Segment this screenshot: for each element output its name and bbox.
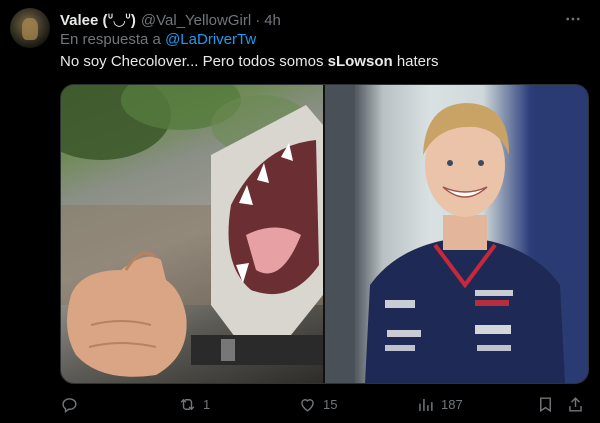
like-button[interactable]: 15: [298, 392, 337, 416]
tweet-actions: 1 15 187: [60, 392, 587, 416]
header-separator: ·: [255, 11, 261, 29]
repost-count: 1: [203, 396, 211, 412]
media-grid: [60, 84, 589, 384]
repost-button[interactable]: 1: [178, 392, 210, 416]
repost-icon: [180, 398, 195, 410]
views-button[interactable]: 187: [416, 392, 463, 416]
tweet-header: Valee (ᐡ◡ᐡ) @Val_YellowGirl · 4h: [60, 10, 580, 30]
views-count: 187: [441, 396, 463, 412]
like-count: 15: [323, 396, 338, 412]
tweet-text-part2: haters: [392, 53, 439, 70]
media-image-left[interactable]: [61, 85, 323, 383]
tweet-text: No soy Checolover... Pero todos somos sL…: [60, 53, 439, 70]
tweet-text-bold: sLowson: [327, 53, 393, 70]
bookmark-icon: [540, 396, 551, 412]
share-icon: [569, 396, 582, 412]
more-options-icon[interactable]: [562, 8, 584, 30]
left-image-art: [61, 85, 323, 377]
views-icon: [419, 398, 433, 411]
media-image-right[interactable]: [325, 85, 588, 383]
share-button[interactable]: [566, 392, 585, 416]
right-image-art: [325, 85, 588, 383]
reply-context: En respuesta a @LaDriverTw: [60, 31, 256, 48]
author-handle[interactable]: @Val_YellowGirl: [141, 12, 251, 29]
heart-icon: [301, 398, 314, 412]
avatar-figure: [22, 18, 38, 40]
author-name[interactable]: Valee (ᐡ◡ᐡ): [60, 11, 136, 29]
reply-icon: [62, 397, 77, 413]
reply-button[interactable]: [60, 392, 85, 416]
author-avatar[interactable]: [10, 8, 50, 48]
reply-to-link[interactable]: @LaDriverTw: [165, 31, 256, 48]
reply-prefix: En respuesta a: [60, 31, 161, 48]
tweet-timestamp[interactable]: 4h: [264, 12, 281, 29]
bookmark-button[interactable]: [536, 392, 555, 416]
tweet-text-part1: No soy Checolover... Pero todos somos: [60, 53, 328, 70]
